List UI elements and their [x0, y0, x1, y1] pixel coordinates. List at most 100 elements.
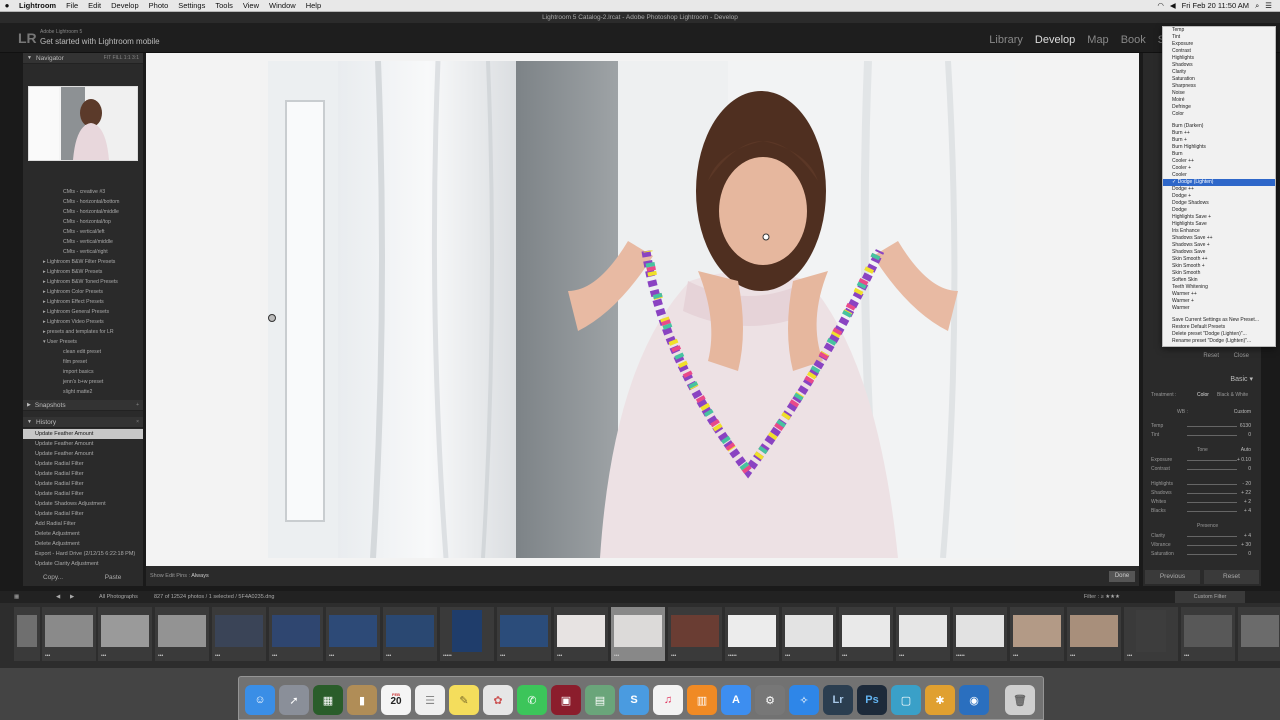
module-book[interactable]: Book — [1121, 34, 1146, 46]
preset-item[interactable]: import basics — [23, 367, 143, 377]
menu-item[interactable]: Highlights Save + — [1163, 214, 1275, 221]
history-item[interactable]: Update Shadows Adjustment — [23, 499, 143, 509]
history-item[interactable]: Update Feather Amount — [23, 429, 143, 439]
preset-folder-item[interactable]: ▸ Lightroom B&W Toned Presets — [23, 277, 143, 287]
exposure-slider[interactable]: Exposure + 0.10 — [1147, 457, 1255, 464]
menu-item[interactable]: Tint — [1163, 34, 1275, 41]
filmstrip-thumb[interactable]: ••• — [42, 607, 96, 661]
mission-control-icon[interactable]: ▦ — [313, 685, 343, 715]
filmstrip-thumb[interactable]: ••• — [212, 607, 266, 661]
reset-button[interactable]: Reset — [1204, 570, 1259, 584]
preset-item[interactable]: film preset — [23, 357, 143, 367]
history-item[interactable]: Export - Hard Drive (2/12/15 6:22:18 PM) — [23, 549, 143, 559]
menu-window[interactable]: Window — [264, 1, 301, 10]
saturation-slider[interactable]: Saturation 0 — [1147, 551, 1255, 558]
filmstrip-thumb[interactable]: ••• — [1067, 607, 1121, 661]
menu-photo[interactable]: Photo — [144, 1, 174, 10]
history-item[interactable]: Delete Adjustment — [23, 529, 143, 539]
contacts-icon[interactable]: ▮ — [347, 685, 377, 715]
shadows-value[interactable]: + 22 — [1241, 490, 1251, 496]
menu-item[interactable]: Shadows Save — [1163, 249, 1275, 256]
copy-button[interactable]: Copy... — [23, 571, 83, 585]
menu-item[interactable]: Warmer ++ — [1163, 291, 1275, 298]
module-library[interactable]: Library — [989, 34, 1023, 46]
filmstrip-thumb[interactable]: ••• — [668, 607, 722, 661]
photoshop-icon[interactable]: Ps — [857, 685, 887, 715]
history-item[interactable]: Delete Adjustment — [23, 539, 143, 549]
menu-item[interactable]: Burn + — [1163, 137, 1275, 144]
menu-item[interactable]: Highlights Save — [1163, 221, 1275, 228]
finder-icon[interactable]: ☺ — [245, 685, 275, 715]
menu-edit[interactable]: Edit — [83, 1, 106, 10]
clarity-slider[interactable]: Clarity + 4 — [1147, 533, 1255, 540]
mask-reset-button[interactable]: Reset — [1203, 353, 1219, 359]
back-arrow-icon[interactable]: ◀ — [56, 591, 60, 603]
blacks-slider[interactable]: Blacks + 4 — [1147, 508, 1255, 515]
filmstrip-thumb[interactable]: ••• — [383, 607, 437, 661]
temp-track[interactable] — [1187, 426, 1237, 427]
menu-item[interactable]: Burn ++ — [1163, 130, 1275, 137]
menu-item[interactable]: Exposure — [1163, 41, 1275, 48]
mask-close-button[interactable]: Close — [1234, 353, 1249, 359]
forward-arrow-icon[interactable]: ▶ — [70, 591, 74, 603]
contrast-slider[interactable]: Contrast 0 — [1147, 466, 1255, 473]
edit-pins-select[interactable]: Always — [191, 573, 208, 579]
saturation-value[interactable]: 0 — [1248, 551, 1251, 557]
history-item[interactable]: Add Radial Filter — [23, 519, 143, 529]
highlights-track[interactable] — [1187, 484, 1237, 485]
menu-item-selected[interactable]: ✓ Dodge (Lighten) — [1163, 179, 1275, 186]
menu-item[interactable]: Temp — [1163, 27, 1275, 34]
preset-folder-item[interactable]: ▸ Lightroom Color Presets — [23, 287, 143, 297]
menu-item[interactable]: Cooler ++ — [1163, 158, 1275, 165]
preset-folder-item[interactable]: ▾ User Presets — [23, 337, 143, 347]
preset-folder-item[interactable]: ▸ Lightroom Video Presets — [23, 317, 143, 327]
filmstrip-thumb[interactable]: ••••• — [725, 607, 779, 661]
filmstrip-thumb[interactable]: ••• — [269, 607, 323, 661]
filmstrip-thumb[interactable] — [14, 607, 40, 661]
menu-item[interactable]: Shadows Save + — [1163, 242, 1275, 249]
preset-item[interactable]: CMts - vertical/right — [23, 247, 143, 257]
shadows-track[interactable] — [1187, 493, 1237, 494]
filmstrip-thumb[interactable]: ••• — [1124, 607, 1178, 661]
vibrance-value[interactable]: + 30 — [1241, 542, 1251, 548]
menu-item[interactable]: Noise — [1163, 90, 1275, 97]
temp-value[interactable]: 6130 — [1240, 423, 1251, 429]
snapshots-header[interactable]: ▶ Snapshots + — [23, 400, 143, 411]
exposure-value[interactable]: + 0.10 — [1237, 457, 1251, 463]
previous-button[interactable]: Previous — [1145, 570, 1200, 584]
system-preferences-icon[interactable]: ⚙ — [755, 685, 785, 715]
menu-tools[interactable]: Tools — [210, 1, 238, 10]
clarity-value[interactable]: + 4 — [1244, 533, 1251, 539]
menu-develop[interactable]: Develop — [106, 1, 144, 10]
menu-item[interactable]: Burn — [1163, 151, 1275, 158]
history-item[interactable]: Update Radial Filter — [23, 509, 143, 519]
preset-item[interactable]: CMts - vertical/middle — [23, 237, 143, 247]
apple-icon[interactable]: ● — [0, 1, 14, 10]
whites-value[interactable]: + 2 — [1244, 499, 1251, 505]
clock[interactable]: Fri Feb 20 11:50 AM — [1182, 1, 1249, 10]
app-store-icon[interactable]: A — [721, 685, 751, 715]
launchpad-icon[interactable]: ➚ — [279, 685, 309, 715]
preset-item[interactable]: CMts - horizontal/top — [23, 217, 143, 227]
image-app-icon[interactable]: ▢ — [891, 685, 921, 715]
menu-item[interactable]: Highlights — [1163, 55, 1275, 62]
menu-item[interactable]: Defringe — [1163, 104, 1275, 111]
module-develop[interactable]: Develop — [1035, 34, 1075, 46]
preset-folder-item[interactable]: ▸ Lightroom General Presets — [23, 307, 143, 317]
main-photo[interactable] — [268, 61, 1015, 558]
menu-item[interactable]: Color — [1163, 111, 1275, 118]
preset-item[interactable]: CMts - creative #3 — [23, 187, 143, 197]
menu-item[interactable]: Warmer — [1163, 305, 1275, 312]
exposure-track[interactable] — [1187, 460, 1237, 461]
filmstrip-thumb[interactable]: ••• — [497, 607, 551, 661]
filmstrip-thumb[interactable]: ••• — [896, 607, 950, 661]
lightroom-icon[interactable]: Lr — [823, 685, 853, 715]
history-item[interactable]: Update Radial Filter — [23, 489, 143, 499]
notes-icon[interactable]: ✎ — [449, 685, 479, 715]
module-map[interactable]: Map — [1087, 34, 1108, 46]
history-item[interactable]: Update Radial Filter — [23, 469, 143, 479]
preset-folder-item[interactable]: ▸ Lightroom Effect Presets — [23, 297, 143, 307]
reminders-icon[interactable]: ☰ — [415, 685, 445, 715]
done-button[interactable]: Done — [1109, 571, 1135, 582]
messages-icon[interactable]: ✆ — [517, 685, 547, 715]
